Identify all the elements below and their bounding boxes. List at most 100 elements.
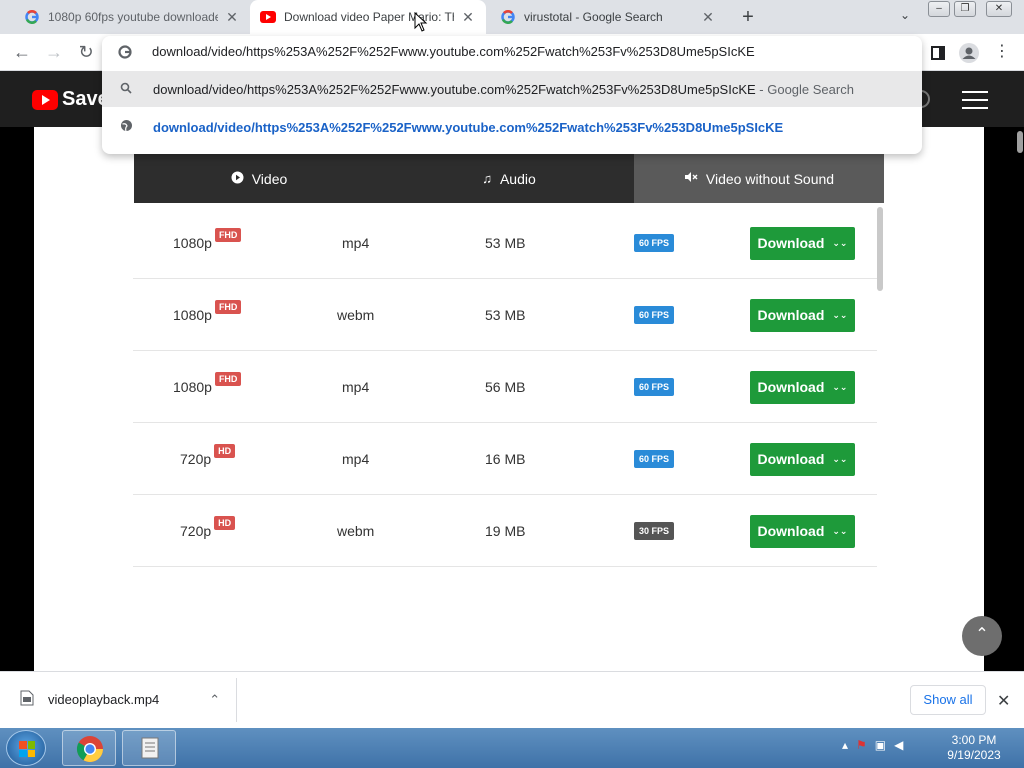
tab-virustotal-search[interactable]: virustotal - Google Search ✕: [490, 0, 726, 34]
resolution: 1080p: [173, 379, 212, 395]
omnibox-suggestion-search[interactable]: download/video/https%253A%252F%252Fwww.y…: [102, 71, 922, 107]
download-button[interactable]: Download ⌄⌄: [750, 514, 855, 548]
tab-close-icon[interactable]: ✕: [700, 9, 716, 25]
close-icon[interactable]: ✕: [997, 691, 1010, 711]
fps-badge: 60 FPS: [634, 306, 675, 324]
windows-logo-icon: [19, 741, 35, 757]
chevron-down-icon: ⌄⌄: [832, 309, 848, 320]
table-row: 1080p FHD webm 53 MB 60 FPS Download ⌄⌄: [133, 279, 877, 351]
table-row: 720p HD mp4 16 MB 60 FPS Download ⌄⌄: [133, 423, 877, 495]
omnibox-suggestion-url[interactable]: download/video/https%253A%252F%252Fwww.y…: [102, 109, 922, 145]
hamburger-menu-icon[interactable]: [962, 91, 988, 109]
tab-download-video[interactable]: Download video Paper Mario: Th ✕: [250, 0, 486, 34]
fps-badge: 60 FPS: [634, 378, 675, 396]
quality-badge: FHD: [214, 300, 242, 314]
file-size: 53 MB: [485, 307, 526, 323]
system-clock[interactable]: 3:00 PM 9/19/2023: [940, 733, 1008, 763]
quality-badge: HD: [214, 516, 236, 530]
google-icon: [118, 45, 132, 64]
tab-close-icon[interactable]: ✕: [224, 9, 240, 25]
tab-video[interactable]: Video: [134, 154, 384, 203]
forward-arrow-icon[interactable]: →: [42, 41, 66, 65]
play-icon: [231, 171, 244, 187]
suggestion-query: download/video/https%253A%252F%252Fwww.y…: [153, 81, 756, 97]
resolution-cell: 720p HD: [180, 423, 236, 495]
chrome-icon: [76, 736, 104, 763]
fps-badge: 60 FPS: [634, 234, 675, 252]
action-center-icon[interactable]: ⚑: [856, 738, 867, 752]
profile-avatar-icon[interactable]: [957, 41, 981, 65]
quality-badge: FHD: [214, 372, 242, 386]
close-window-icon[interactable]: ✕: [986, 1, 1012, 17]
taskbar-explorer[interactable]: [122, 730, 176, 766]
kebab-menu-icon[interactable]: ⋮: [990, 41, 1014, 65]
download-button[interactable]: Download ⌄⌄: [750, 298, 855, 332]
resolution: 1080p: [173, 307, 212, 323]
volume-muted-icon[interactable]: ◀: [894, 738, 903, 752]
tab-label: Video without Sound: [705, 170, 835, 187]
back-to-top-icon[interactable]: ⌃: [962, 616, 1002, 656]
mute-icon: [684, 171, 698, 186]
address-bar[interactable]: download/video/https%253A%252F%252Fwww.y…: [102, 36, 922, 70]
download-button[interactable]: Download ⌄⌄: [750, 226, 855, 260]
file-size: 16 MB: [485, 451, 526, 467]
system-tray: ▴ ⚑ ▣ ◀: [842, 738, 903, 752]
quality-badge: FHD: [214, 228, 242, 242]
google-icon: [24, 9, 40, 25]
youtube-logo-icon: [32, 89, 58, 110]
google-icon: [500, 9, 516, 25]
table-row: 1080p FHD mp4 56 MB 60 FPS Download ⌄⌄: [133, 351, 877, 423]
new-tab-plus-icon[interactable]: +: [736, 6, 760, 30]
start-button[interactable]: [6, 730, 46, 766]
download-shelf: videoplayback.mp4 ⌃ Show all ✕: [0, 671, 1024, 728]
address-input[interactable]: download/video/https%253A%252F%252Fwww.y…: [152, 44, 755, 59]
clock-date: 9/19/2023: [947, 748, 1001, 762]
show-all-button[interactable]: Show all: [910, 685, 986, 715]
tab-video-without-sound[interactable]: Video without Sound: [634, 154, 884, 203]
side-panel-icon[interactable]: [926, 41, 950, 65]
format-tabs: Video ♫ Audio Video without Sound: [134, 154, 884, 203]
tab-close-icon[interactable]: ✕: [460, 9, 476, 25]
suggestion-text: download/video/https%253A%252F%252Fwww.y…: [153, 82, 854, 97]
format: mp4: [342, 235, 370, 251]
download-item[interactable]: videoplayback.mp4 ⌃: [20, 690, 220, 709]
network-icon[interactable]: ▣: [875, 738, 886, 752]
taskbar-chrome[interactable]: [62, 730, 116, 766]
resolution: 720p: [180, 523, 212, 539]
format: mp4: [342, 379, 370, 395]
fps-badge: 30 FPS: [634, 522, 675, 540]
tray-expand-icon[interactable]: ▴: [842, 738, 848, 752]
tab-1080p-search[interactable]: 1080p 60fps youtube downloader ✕: [14, 0, 250, 34]
tab-title: virustotal - Google Search: [524, 10, 663, 24]
minimize-icon[interactable]: –: [928, 1, 950, 17]
download-button[interactable]: Download ⌄⌄: [750, 442, 855, 476]
file-size: 53 MB: [485, 235, 526, 251]
mouse-cursor-icon: [414, 11, 428, 37]
shelf-divider: [236, 678, 237, 722]
table-scrollbar[interactable]: [877, 207, 883, 291]
reload-icon[interactable]: ↻: [74, 41, 98, 65]
download-filename: videoplayback.mp4: [48, 692, 160, 707]
restore-icon[interactable]: ❐: [954, 1, 976, 17]
table-row: 1080p FHD mp4 53 MB 60 FPS Download ⌄⌄: [133, 207, 877, 279]
page-scrollbar[interactable]: [1017, 131, 1023, 153]
tab-audio[interactable]: ♫ Audio: [384, 154, 634, 203]
table-row: 720p HD webm 19 MB 30 FPS Download ⌄⌄: [133, 495, 877, 567]
chevron-up-icon[interactable]: ⌃: [209, 692, 220, 708]
document-icon: [141, 737, 159, 759]
download-button[interactable]: Download ⌄⌄: [750, 370, 855, 404]
chevron-down-icon: ⌄⌄: [832, 381, 848, 392]
download-label: Download: [757, 235, 825, 251]
tab-label: Audio: [499, 170, 536, 187]
youtube-icon: [260, 9, 276, 25]
omnibox-dropdown: download/video/https%253A%252F%252Fwww.y…: [102, 36, 922, 154]
clock-time: 3:00 PM: [951, 733, 997, 747]
music-icon: ♫: [482, 171, 492, 186]
chevron-down-icon: ⌄⌄: [832, 525, 848, 536]
back-arrow-icon[interactable]: ←: [10, 41, 34, 65]
windows-taskbar: ▴ ⚑ ▣ ◀ 3:00 PM 9/19/2023: [0, 728, 1024, 768]
suggestion-url-text: download/video/https%253A%252F%252Fwww.y…: [153, 119, 784, 135]
resolution: 720p: [180, 451, 212, 467]
chevron-down-icon[interactable]: ⌄: [896, 8, 914, 26]
file-icon: [20, 690, 34, 709]
